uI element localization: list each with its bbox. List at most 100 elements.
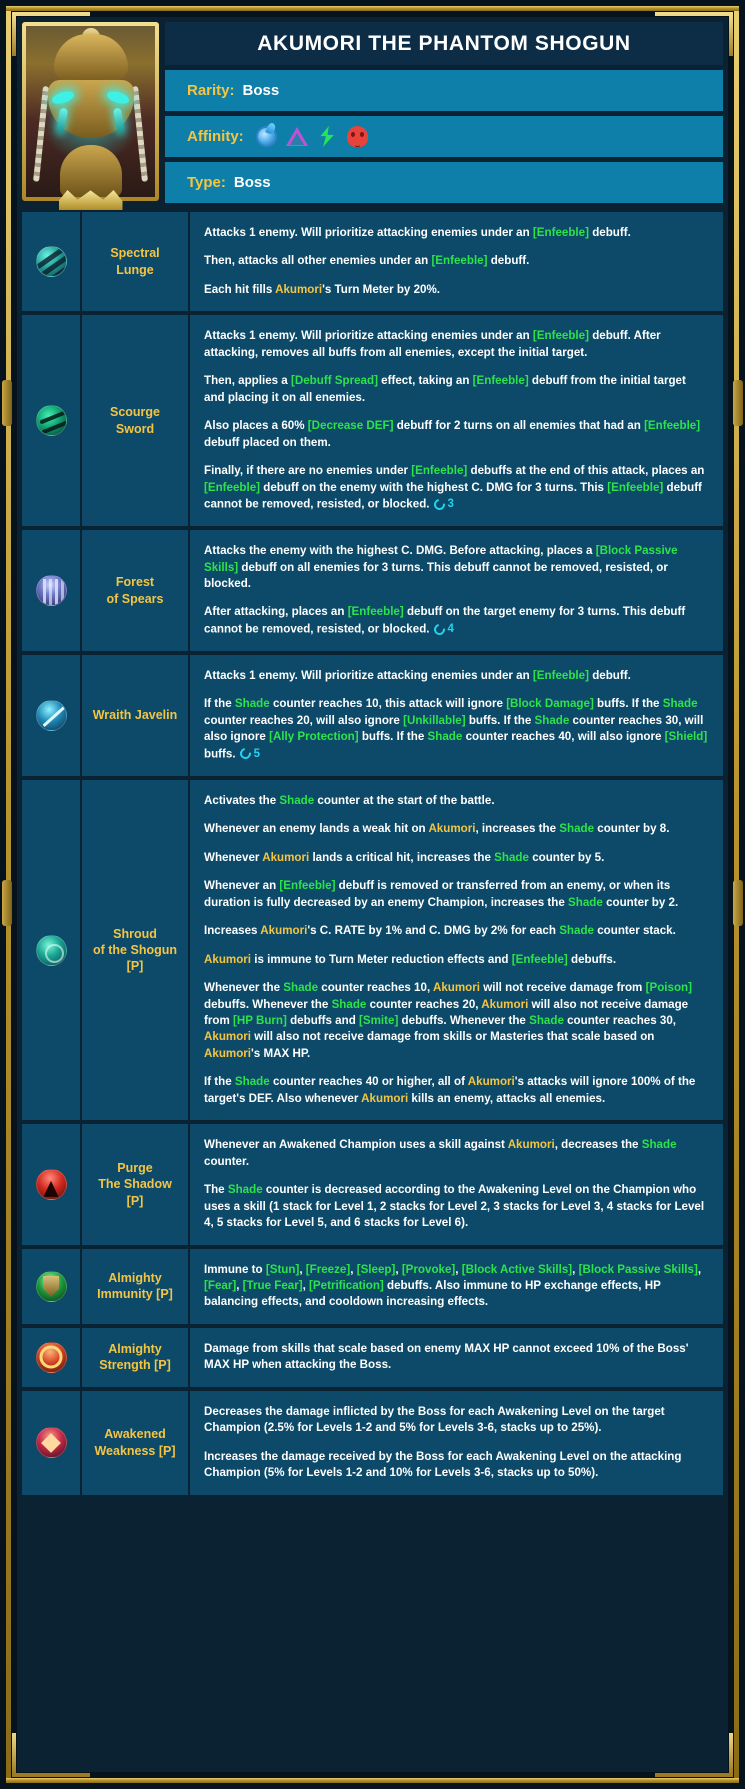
skill-name-cell: Scourge Sword — [82, 315, 190, 527]
champion-name-ref: Akumori — [467, 1075, 515, 1089]
champion-name-ref: Akumori — [432, 981, 480, 995]
effect-tag: Shade — [568, 895, 603, 909]
skill-row[interactable]: Wraith Javelin Attacks 1 enemy. Will prio… — [22, 655, 723, 776]
skill-row[interactable]: Almighty Strength [P] Damage from skills … — [22, 1327, 723, 1387]
skill-icon-cell — [22, 315, 82, 527]
effect-tag: [Enfeeble] — [532, 226, 589, 239]
paragraph-text: , — [697, 1262, 702, 1276]
effect-tag: [Smite] — [359, 1014, 399, 1028]
paragraph-text: effect, taking an — [377, 374, 473, 388]
skill-name-label: Purge The Shadow [P] — [98, 1161, 172, 1208]
skill-icon-cell — [22, 1390, 82, 1495]
paragraph-text: will not receive damage from — [480, 981, 646, 995]
paragraph-text: If the — [204, 697, 235, 711]
paragraph-text: debuff. — [487, 254, 530, 268]
champion-name-ref: Akumori — [275, 282, 323, 296]
affinity-label: Affinity: — [187, 128, 244, 145]
skill-description: Whenever an Awakened Champion uses a ski… — [190, 1124, 723, 1244]
paragraph-text: counter by 5. — [528, 850, 605, 864]
forest-of-spears-icon — [35, 575, 67, 607]
effect-tag: [Enfeeble] — [532, 669, 589, 683]
paragraph-text: Immune to — [204, 1262, 266, 1276]
paragraph-text: counter reaches 20, will also ignore — [204, 713, 404, 727]
paragraph-text: counter by 2. — [602, 895, 679, 909]
skill-description: Attacks 1 enemy. Will prioritize attacki… — [190, 655, 723, 776]
effect-tag: Shade — [427, 730, 463, 744]
paragraph-text: counter reaches 30, — [563, 1014, 677, 1028]
paragraph-text: Attacks 1 enemy. Will prioritize attacki… — [204, 226, 533, 239]
effect-tag: [Enfeeble] — [644, 419, 701, 433]
skill-name-label: Wraith Javelin — [92, 708, 178, 723]
champion-portrait-frame — [22, 22, 159, 210]
paragraph-text: , increases the — [475, 822, 560, 836]
effect-tag: Shade — [234, 1075, 270, 1089]
paragraph-text: debuff. — [588, 226, 631, 239]
champion-name-ref: Akumori — [428, 822, 476, 836]
effect-tag: [Poison] — [645, 981, 692, 995]
skill-description: Attacks the enemy with the highest C. DM… — [190, 530, 723, 651]
effect-tag: [True Fear] — [242, 1279, 303, 1292]
skill-row[interactable]: Awakened Weakness [P] Decreases the damag… — [22, 1390, 723, 1495]
skill-name-cell: Awakened Weakness [P] — [82, 1390, 190, 1495]
force-affinity-icon — [285, 127, 308, 146]
champion-name-ref: Akumori — [204, 1030, 252, 1044]
effect-tag: [Debuff Spread] — [290, 374, 378, 388]
skill-name-cell: Shroud of the Shogun [P] — [82, 779, 190, 1121]
skill-description: Attacks 1 enemy. Will prioritize attacki… — [190, 315, 723, 526]
type-label: Type: — [187, 174, 226, 191]
effect-tag: [Shield] — [664, 730, 708, 744]
paragraph-text: is immune to Turn Meter reduction effect… — [251, 952, 512, 966]
champion-name-ref: Akumori — [481, 997, 529, 1011]
effect-tag: [Enfeeble] — [204, 480, 261, 494]
skill-row[interactable]: Purge The Shadow [P] Whenever an Awakened… — [22, 1124, 723, 1245]
skill-paragraph: Also places a 60% [Decrease DEF] debuff … — [204, 418, 709, 451]
spectral-lunge-icon — [35, 246, 67, 278]
rope-right — [131, 85, 149, 183]
skill-icon-cell — [22, 212, 82, 312]
skill-row[interactable]: Forest of Spears Attacks the enemy with t… — [22, 530, 723, 652]
frame-notch-right-upper — [733, 380, 743, 426]
skill-paragraph: Then, attacks all other enemies under an… — [204, 253, 709, 269]
cooldown-badge: 3 — [431, 496, 454, 512]
almighty-strength-icon — [35, 1341, 67, 1373]
affinity-icon-group — [255, 126, 368, 147]
paragraph-text: Damage from skills that scale based on e… — [204, 1341, 689, 1372]
cooldown-icon — [431, 621, 447, 637]
skill-description: Immune to [Stun], [Freeze], [Sleep], [Pr… — [190, 1249, 723, 1324]
paragraph-text: counter reaches 40, will also ignore — [462, 730, 665, 744]
paragraph-text: Then, applies a — [204, 374, 291, 388]
skill-paragraph: Each hit fills Akumori's Turn Meter by 2… — [204, 282, 709, 298]
paragraph-text: debuff placed on them. — [204, 435, 331, 449]
paragraph-text: Attacks 1 enemy. Will prioritize attacki… — [204, 669, 533, 683]
skill-row[interactable]: Scourge Sword Attacks 1 enemy. Will prior… — [22, 315, 723, 527]
paragraph-text: counter reaches 40 or higher, all of — [269, 1075, 468, 1089]
effect-tag: [Ally Protection] — [269, 730, 359, 744]
skill-paragraph: Attacks 1 enemy. Will prioritize attacki… — [204, 328, 709, 361]
almighty-immunity-icon — [35, 1270, 67, 1302]
skill-row[interactable]: Shroud of the Shogun [P] Activates the Sh… — [22, 779, 723, 1121]
skill-name-cell: Wraith Javelin — [82, 655, 190, 776]
effect-tag: [Enfeeble] — [511, 952, 568, 966]
paragraph-text: counter is decreased according to the Aw… — [204, 1183, 705, 1230]
cooldown-value: 3 — [447, 497, 454, 510]
paragraph-text: Attacks the enemy with the highest C. DM… — [204, 544, 596, 558]
crown-ornament — [58, 190, 123, 210]
skill-paragraph: Increases Akumori's C. RATE by 1% and C.… — [204, 923, 709, 939]
cooldown-icon — [431, 496, 447, 512]
akumori-portrait — [26, 26, 155, 197]
paragraph-text: will also not receive damage from skills… — [251, 1030, 655, 1044]
effect-tag: Shade — [559, 924, 594, 938]
paragraph-text: counter at the start of the battle. — [314, 793, 495, 807]
paragraph-text: Decreases the damage inflicted by the Bo… — [204, 1404, 665, 1435]
effect-tag: Shade — [559, 822, 595, 836]
paragraph-text: 's C. RATE by 1% and C. DMG by 2% for ea… — [307, 924, 560, 938]
paragraph-text: Whenever the — [204, 981, 284, 995]
skill-row[interactable]: Spectral Lunge Attacks 1 enemy. Will prio… — [22, 212, 723, 312]
skill-name-label: Forest of Spears — [106, 575, 164, 606]
effect-tag: [HP Burn] — [232, 1014, 287, 1028]
cooldown-value: 5 — [253, 747, 260, 760]
skill-name-cell: Forest of Spears — [82, 530, 190, 652]
skill-row[interactable]: Almighty Immunity [P] Immune to [Stun], [… — [22, 1248, 723, 1324]
skill-paragraph: Increases the damage received by the Bos… — [204, 1449, 709, 1482]
frame-notch-right-lower — [733, 880, 743, 926]
